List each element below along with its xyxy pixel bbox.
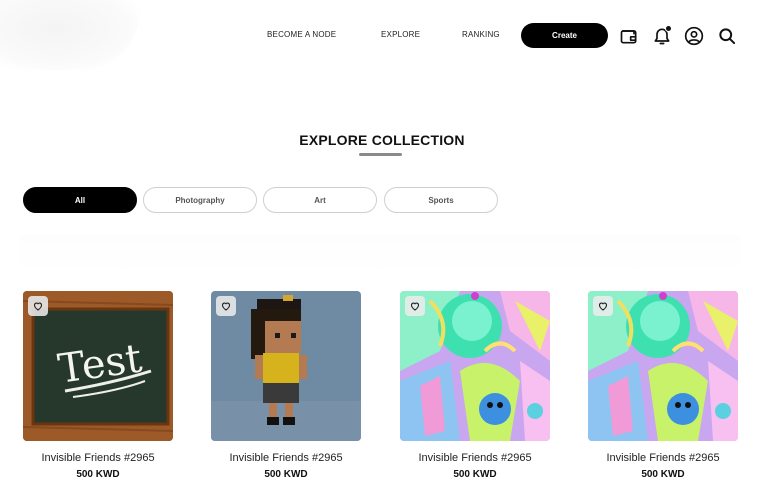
filter-art[interactable]: Art (263, 187, 377, 213)
notification-badge (665, 25, 672, 32)
section-title: EXPLORE COLLECTION (299, 132, 465, 148)
card-title: Invisible Friends #2965 (418, 452, 532, 464)
bell-icon[interactable] (651, 25, 673, 47)
nft-card[interactable]: Invisible Friends #2965 500 KWD (588, 291, 738, 480)
heart-icon[interactable] (216, 296, 236, 316)
top-nav: BECOME A NODE EXPLORE RANKING Create (0, 23, 764, 49)
nft-card[interactable]: Invisible Friends #2965 500 KWD (211, 291, 361, 480)
create-button[interactable]: Create (521, 23, 608, 48)
filter-photography[interactable]: Photography (143, 187, 257, 213)
card-price: 500 KWD (264, 469, 308, 480)
nft-image-psychedelic-art[interactable] (588, 291, 738, 441)
wallet-icon[interactable] (618, 25, 640, 47)
nft-image-psychedelic-art[interactable] (400, 291, 550, 441)
card-title: Invisible Friends #2965 (606, 452, 720, 464)
heart-icon[interactable] (593, 296, 613, 316)
title-underline (359, 153, 402, 156)
card-price: 500 KWD (453, 469, 497, 480)
section-divider (20, 235, 740, 275)
card-title: Invisible Friends #2965 (41, 452, 155, 464)
nft-image-voxel-character[interactable] (211, 291, 361, 441)
card-price: 500 KWD (641, 469, 685, 480)
filter-all[interactable]: All (23, 187, 137, 213)
heart-icon[interactable] (28, 296, 48, 316)
nav-explore[interactable]: EXPLORE (381, 30, 420, 39)
user-icon[interactable] (683, 25, 705, 47)
card-title: Invisible Friends #2965 (229, 452, 343, 464)
nav-become-a-node[interactable]: BECOME A NODE (267, 30, 336, 39)
search-icon[interactable] (716, 25, 738, 47)
nft-card[interactable]: Test Invisible Friends #2965 500 KWD (23, 291, 173, 480)
heart-icon[interactable] (405, 296, 425, 316)
nft-image-chalkboard[interactable]: Test (23, 291, 173, 441)
nav-ranking[interactable]: RANKING (462, 30, 500, 39)
filter-sports[interactable]: Sports (384, 187, 498, 213)
nft-card[interactable]: Invisible Friends #2965 500 KWD (400, 291, 550, 480)
card-price: 500 KWD (76, 469, 120, 480)
